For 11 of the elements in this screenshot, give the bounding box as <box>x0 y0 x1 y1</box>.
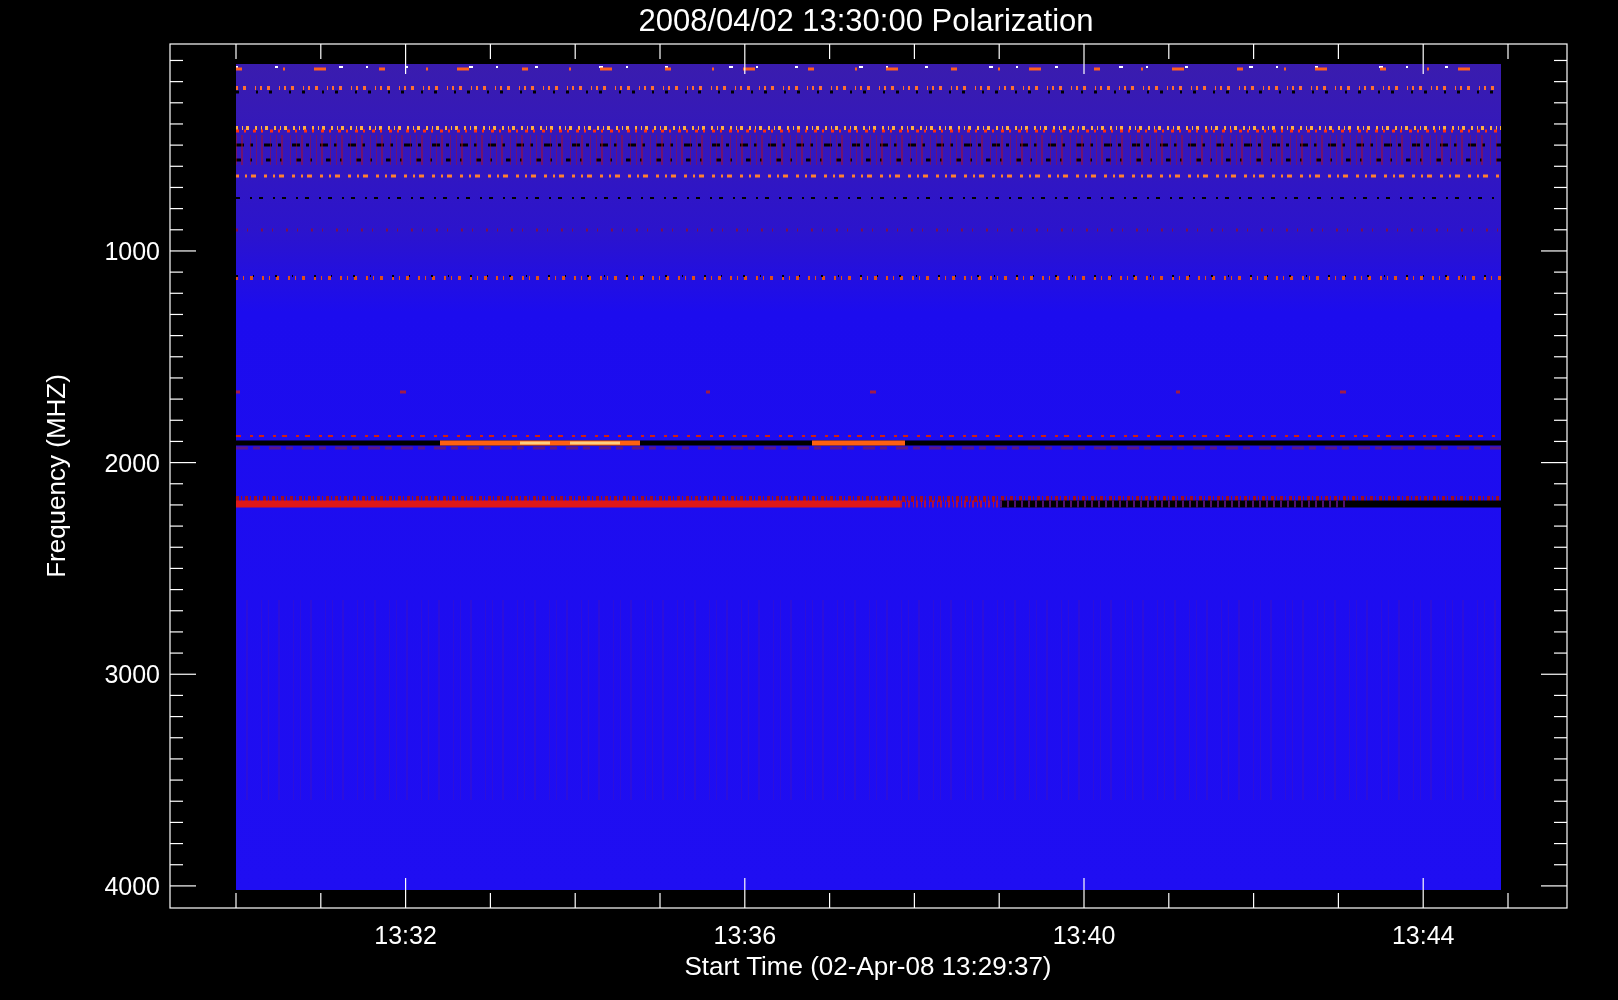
tick-label: 13:44 <box>1391 921 1455 949</box>
plot-title: 2008/04/02 13:30:00 Polarization <box>638 3 1094 38</box>
tick-label: 13:32 <box>374 921 437 949</box>
axis-label: Start Time (02-Apr-08 13:29:37) <box>684 951 1052 981</box>
axis-label: Frequency (MHZ) <box>41 374 71 578</box>
tick-label: 1000 <box>104 236 160 265</box>
tick-label: 2000 <box>104 448 160 477</box>
tick-label: 3000 <box>104 660 160 689</box>
tick-label: 13:40 <box>1052 921 1116 949</box>
tick-label: 13:36 <box>713 921 777 949</box>
tick-label: 4000 <box>104 871 160 900</box>
